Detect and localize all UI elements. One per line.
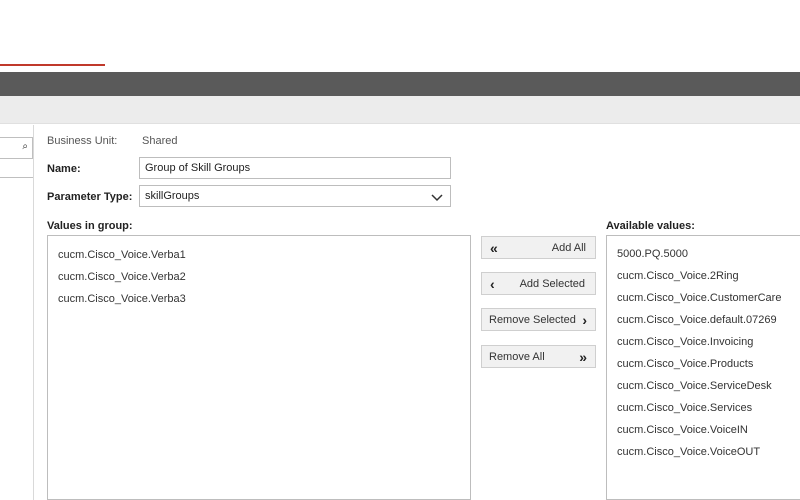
parameter-type-select[interactable]: skillGroups xyxy=(139,185,451,207)
available-value-item[interactable]: 5000.PQ.5000 xyxy=(617,248,688,260)
business-unit-label: Business Unit: xyxy=(47,135,118,147)
available-value-item[interactable]: cucm.Cisco_Voice.default.07269 xyxy=(617,314,777,326)
remove-selected-label: Remove Selected xyxy=(489,314,576,326)
chevron-down-icon[interactable] xyxy=(430,190,444,204)
left-pane-divider xyxy=(0,177,33,178)
double-chevron-right-icon: » xyxy=(579,349,587,365)
parameter-type-label: Parameter Type: xyxy=(47,191,133,203)
available-value-item[interactable]: cucm.Cisco_Voice.2Ring xyxy=(617,270,739,282)
remove-all-button[interactable]: Remove All » xyxy=(481,345,596,368)
chevron-left-icon: ‹ xyxy=(490,276,495,292)
remove-all-label: Remove All xyxy=(489,351,545,363)
available-value-item[interactable]: cucm.Cisco_Voice.VoiceOUT xyxy=(617,446,760,458)
values-in-group-list[interactable]: cucm.Cisco_Voice.Verba1 cucm.Cisco_Voice… xyxy=(47,235,471,500)
add-all-button[interactable]: « Add All xyxy=(481,236,596,259)
group-value-item[interactable]: cucm.Cisco_Voice.Verba2 xyxy=(58,271,186,283)
available-value-item[interactable]: cucm.Cisco_Voice.ServiceDesk xyxy=(617,380,772,392)
available-value-item[interactable]: cucm.Cisco_Voice.Products xyxy=(617,358,753,370)
left-search-input[interactable]: ⌕ xyxy=(0,137,33,159)
name-field[interactable]: Group of Skill Groups xyxy=(139,157,451,179)
double-chevron-left-icon: « xyxy=(490,240,498,256)
available-value-item[interactable]: cucm.Cisco_Voice.VoiceIN xyxy=(617,424,748,436)
left-pane-border xyxy=(33,125,34,500)
available-value-item[interactable]: cucm.Cisco_Voice.Invoicing xyxy=(617,336,753,348)
add-all-label: Add All xyxy=(551,242,586,254)
header-accent-rule xyxy=(0,64,105,66)
add-selected-button[interactable]: ‹ Add Selected xyxy=(481,272,596,295)
group-value-item[interactable]: cucm.Cisco_Voice.Verba3 xyxy=(58,293,186,305)
values-in-group-label: Values in group: xyxy=(47,220,133,232)
group-value-item[interactable]: cucm.Cisco_Voice.Verba1 xyxy=(58,249,186,261)
add-selected-label: Add Selected xyxy=(519,278,585,290)
available-value-item[interactable]: cucm.Cisco_Voice.Services xyxy=(617,402,752,414)
parameter-type-value: skillGroups xyxy=(145,190,200,202)
available-values-label: Available values: xyxy=(606,220,695,232)
toolbar xyxy=(0,96,800,124)
navigation-bar xyxy=(0,72,800,96)
remove-selected-button[interactable]: Remove Selected › xyxy=(481,308,596,331)
available-value-item[interactable]: cucm.Cisco_Voice.CustomerCare xyxy=(617,292,781,304)
business-unit-value: Shared xyxy=(142,135,178,147)
search-icon[interactable]: ⌕ xyxy=(22,141,28,152)
name-label: Name: xyxy=(47,163,81,175)
chevron-right-icon: › xyxy=(582,312,587,328)
available-values-list[interactable]: 5000.PQ.5000 cucm.Cisco_Voice.2Ring cucm… xyxy=(606,235,800,500)
